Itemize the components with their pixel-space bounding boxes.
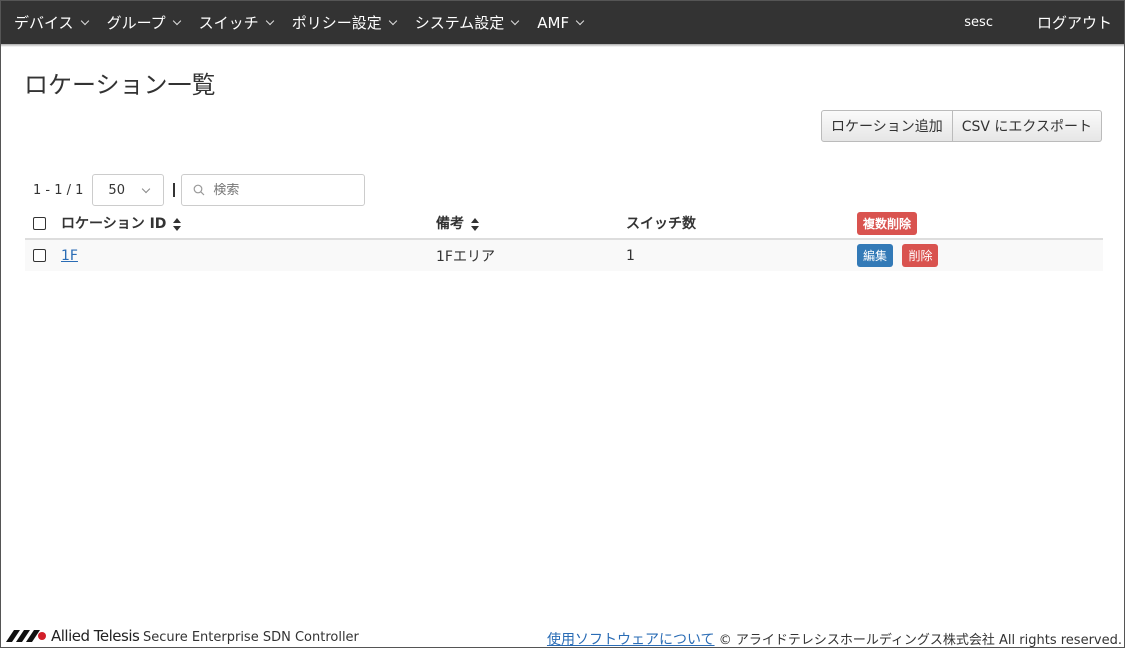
- search-input[interactable]: [213, 182, 354, 198]
- page-size-value: 50: [108, 182, 125, 198]
- page-footer: Allied Telesis Secure Enterprise SDN Con…: [1, 625, 1124, 648]
- header-location-id-label: ロケーション ID: [61, 216, 167, 232]
- navbar-shadow: [1, 44, 1124, 47]
- table-header-row: ロケーション ID 備考 スイッチ数 複数削除: [25, 208, 1103, 240]
- brand-logo: Allied Telesis: [6, 627, 140, 645]
- select-all-cell: [25, 208, 61, 240]
- search-icon: [194, 184, 205, 196]
- header-note-label: 備考: [436, 216, 464, 232]
- nav-devices-label: デバイス: [14, 14, 74, 32]
- list-toolbar: 1 - 1 / 1 50: [33, 174, 366, 206]
- header-location-id[interactable]: ロケーション ID: [61, 208, 436, 240]
- sort-icon[interactable]: [173, 217, 182, 231]
- brand-name: Allied Telesis: [51, 627, 140, 645]
- page-size-select[interactable]: 50: [92, 174, 165, 206]
- nav-groups-label: グループ: [106, 14, 166, 32]
- nav-right: sesc ログアウト: [964, 1, 1112, 44]
- header-switch-count-label: スイッチ数: [626, 216, 696, 232]
- chevron-down-icon: [265, 16, 274, 25]
- header-actions: 複数削除: [857, 208, 1103, 240]
- add-location-button[interactable]: ロケーション追加: [820, 110, 953, 142]
- nav-system-settings[interactable]: システム設定: [414, 1, 520, 44]
- row-location-id: 1F: [61, 239, 436, 271]
- nav-policy-settings-label: ポリシー設定: [291, 14, 382, 32]
- allied-telesis-logo-icon: [6, 630, 46, 642]
- nav-amf[interactable]: AMF: [537, 1, 585, 44]
- header-note[interactable]: 備考: [436, 208, 626, 240]
- sort-icon[interactable]: [470, 217, 479, 231]
- row-checkbox-cell: [25, 239, 61, 271]
- product-name: Secure Enterprise SDN Controller: [143, 630, 359, 645]
- location-table: ロケーション ID 備考 スイッチ数 複数削除 1F 1Fエリア 1 編集 削除: [25, 208, 1103, 271]
- toolbar-separator: [173, 183, 176, 197]
- row-actions: 編集 削除: [857, 239, 1103, 271]
- nav-system-settings-label: システム設定: [414, 14, 505, 32]
- nav-devices[interactable]: デバイス: [14, 1, 89, 44]
- search-box[interactable]: [181, 174, 366, 206]
- nav-switches-label: スイッチ: [198, 14, 259, 32]
- nav-amf-label: AMF: [537, 13, 570, 32]
- delete-button[interactable]: 削除: [902, 244, 939, 267]
- pagination-info: 1 - 1 / 1: [33, 182, 84, 198]
- header-switch-count: スイッチ数: [626, 208, 857, 240]
- select-all-checkbox[interactable]: [33, 216, 46, 230]
- table-row: 1F 1Fエリア 1 編集 削除: [25, 239, 1103, 271]
- logout-link[interactable]: ログアウト: [1037, 12, 1112, 33]
- row-note: 1Fエリア: [436, 239, 626, 271]
- page-title: ロケーション一覧: [24, 71, 216, 99]
- edit-button[interactable]: 編集: [857, 244, 894, 267]
- chevron-down-icon: [142, 184, 151, 194]
- bulk-delete-button[interactable]: 複数削除: [857, 211, 918, 235]
- row-checkbox[interactable]: [33, 249, 46, 262]
- chevron-down-icon: [388, 16, 397, 25]
- nav-username: sesc: [964, 15, 993, 30]
- chevron-down-icon: [172, 16, 181, 25]
- chevron-down-icon: [80, 16, 89, 25]
- copyright-text: © アライドテレシスホールディングス株式会社 All rights reserv…: [718, 633, 1122, 648]
- software-info-link[interactable]: 使用ソフトウェアについて: [547, 632, 715, 648]
- row-switch-count: 1: [626, 239, 857, 271]
- location-id-link[interactable]: 1F: [61, 248, 78, 264]
- chevron-down-icon: [511, 16, 520, 25]
- export-csv-button[interactable]: CSV にエクスポート: [952, 110, 1102, 142]
- nav-groups[interactable]: グループ: [106, 1, 181, 44]
- nav-switches[interactable]: スイッチ: [198, 1, 274, 44]
- top-navbar: デバイス グループ スイッチ ポリシー設定 システム設定 AMF sesc ログ…: [1, 1, 1124, 44]
- chevron-down-icon: [575, 16, 585, 25]
- nav-policy-settings[interactable]: ポリシー設定: [291, 1, 397, 44]
- action-button-group: ロケーション追加 CSV にエクスポート: [820, 110, 1102, 142]
- footer-right: 使用ソフトウェアについて © アライドテレシスホールディングス株式会社 All …: [547, 629, 1122, 648]
